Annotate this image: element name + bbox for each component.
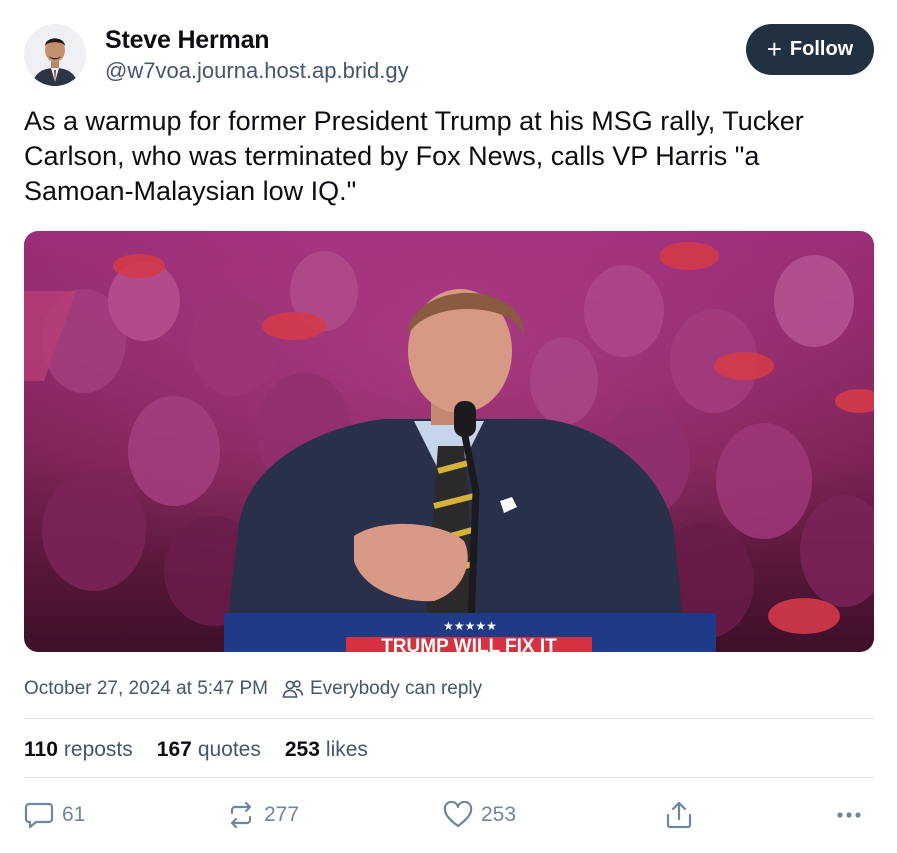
author-handle[interactable]: @w7voa.journa.host.ap.brid.gy bbox=[105, 58, 409, 84]
people-icon bbox=[282, 679, 304, 699]
likes-stat[interactable]: 253 likes bbox=[285, 738, 368, 762]
post-image[interactable]: ★★★★★ TRUMP WILL FIX IT bbox=[24, 231, 874, 652]
plus-icon: + bbox=[766, 33, 782, 64]
post-thread-item: Steve Herman @w7voa.journa.host.ap.brid.… bbox=[0, 0, 897, 853]
divider bbox=[24, 777, 874, 778]
post-meta: October 27, 2024 at 5:47 PM Everybody ca… bbox=[24, 676, 482, 702]
rally-photo: ★★★★★ TRUMP WILL FIX IT bbox=[24, 231, 874, 652]
reposts-count: 110 bbox=[24, 738, 58, 761]
engagement-stats: 110 reposts 167 quotes 253 likes bbox=[24, 736, 392, 764]
share-button[interactable] bbox=[664, 798, 694, 832]
heart-icon bbox=[443, 801, 473, 828]
more-options-button[interactable] bbox=[836, 798, 866, 832]
quotes-count: 167 bbox=[156, 738, 192, 761]
post-timestamp[interactable]: October 27, 2024 at 5:47 PM bbox=[24, 678, 268, 700]
quotes-label: quotes bbox=[197, 738, 261, 761]
reply-setting: Everybody can reply bbox=[310, 678, 483, 699]
likes-count: 253 bbox=[284, 738, 320, 761]
reply-icon bbox=[24, 802, 54, 829]
author-name[interactable]: Steve Herman bbox=[105, 26, 270, 55]
share-icon bbox=[666, 801, 692, 829]
follow-button[interactable]: + Follow bbox=[746, 24, 874, 75]
reposts-stat[interactable]: 110 reposts bbox=[24, 738, 133, 762]
reply-button[interactable]: 61 bbox=[24, 798, 85, 832]
repost-count: 277 bbox=[264, 803, 300, 826]
divider bbox=[24, 718, 874, 719]
podium-stars: ★★★★★ bbox=[443, 619, 497, 633]
like-count: 253 bbox=[481, 803, 517, 826]
avatar-image bbox=[24, 24, 86, 86]
reply-count: 61 bbox=[62, 803, 86, 826]
ellipsis-icon bbox=[837, 812, 861, 818]
post-text: As a warmup for former President Trump a… bbox=[24, 106, 804, 206]
repost-button[interactable]: 277 bbox=[226, 798, 299, 832]
podium-sign: TRUMP WILL FIX IT bbox=[381, 636, 557, 652]
like-button[interactable]: 253 bbox=[443, 798, 516, 832]
likes-label: likes bbox=[325, 738, 368, 761]
quotes-stat[interactable]: 167 quotes bbox=[157, 738, 261, 762]
repost-icon bbox=[230, 801, 252, 829]
reposts-label: reposts bbox=[63, 738, 133, 761]
avatar[interactable] bbox=[24, 24, 86, 86]
follow-button-label: Follow bbox=[789, 38, 854, 60]
